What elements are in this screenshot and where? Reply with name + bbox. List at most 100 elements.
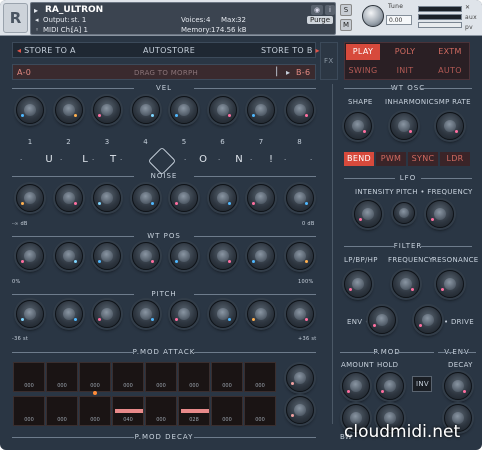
decay-cells-cell[interactable]: 000 [13, 396, 45, 426]
shape-knob[interactable] [344, 112, 372, 140]
aux-label[interactable]: aux [465, 14, 477, 21]
pitch-knob-8[interactable] [285, 300, 314, 328]
filter-mode-knob[interactable] [344, 270, 372, 298]
decay-cells-cell[interactable]: 000 [46, 396, 78, 426]
pan-slider[interactable] [418, 22, 462, 28]
store-b-button[interactable]: STORE TO B ▸ [261, 46, 320, 55]
wtpos-knob-5[interactable] [170, 242, 198, 270]
pmod-amount-knob[interactable] [342, 372, 370, 400]
decay-cells-cell[interactable]: 000 [79, 396, 111, 426]
tab-auto[interactable]: AUTO [432, 64, 468, 78]
wtpos-knob-2[interactable] [54, 242, 83, 270]
snapshot-icon[interactable]: ◉ [311, 5, 323, 15]
attack-cells-cell[interactable]: 000 [46, 362, 78, 392]
attack-cells-cell[interactable]: 000 [178, 362, 210, 392]
sequence-letter-5[interactable]: O [196, 154, 210, 165]
sequence-letter-1[interactable]: U [42, 154, 56, 165]
pitch-knob-1[interactable] [16, 300, 44, 328]
noise-knob-3[interactable] [93, 184, 121, 212]
tab-swing[interactable]: SWING [346, 64, 380, 78]
sequence-letter-7[interactable]: ! [264, 154, 278, 165]
vel-knob-3[interactable] [93, 96, 121, 124]
output-value[interactable]: st. 1 [71, 16, 86, 24]
pmod-decay-knob[interactable] [286, 396, 314, 424]
noise-knob-2[interactable] [54, 184, 83, 212]
lfo-pitch-knob[interactable] [393, 202, 415, 224]
store-a-button[interactable]: ◂ STORE TO A [17, 46, 76, 55]
morph-bar[interactable]: A-0 DRAG TO MORPH | ▸ B-6 [12, 64, 316, 80]
filter-resonance-knob[interactable] [436, 270, 464, 298]
tab-ldr[interactable]: LDR [440, 152, 470, 166]
sequence-letter-2[interactable]: L [78, 154, 92, 165]
morph-handle[interactable]: | [275, 66, 279, 77]
venv-decay-knob[interactable] [444, 372, 472, 400]
attack-cells-cell[interactable]: 000 [145, 362, 177, 392]
attack-cells-cell[interactable]: 000 [79, 362, 111, 392]
tab-poly[interactable]: POLY [388, 44, 422, 60]
tab-play[interactable]: PLAY [346, 44, 380, 60]
smp-rate-knob[interactable] [436, 112, 464, 140]
decay-cells-cell[interactable]: 000 [211, 396, 243, 426]
vel-knob-7[interactable] [247, 96, 275, 124]
vel-knob-2[interactable] [54, 96, 83, 124]
decay-cells-cell[interactable]: 000 [145, 396, 177, 426]
pv-label[interactable]: pv [465, 24, 473, 31]
vel-knob-4[interactable] [131, 96, 160, 124]
pitch-knob-7[interactable] [247, 300, 275, 328]
midi-value[interactable]: [A] 1 [71, 26, 88, 34]
vel-knob-8[interactable] [285, 96, 314, 124]
pmod-hold-knob[interactable] [376, 372, 404, 400]
fx-button[interactable]: FX [320, 42, 338, 80]
pmod-attack-knob[interactable] [286, 364, 314, 392]
noise-knob-5[interactable] [170, 184, 198, 212]
attack-cells-cell[interactable]: 000 [244, 362, 276, 392]
tune-knob[interactable] [362, 5, 384, 27]
wtpos-knob-8[interactable] [285, 242, 314, 270]
noise-knob-7[interactable] [247, 184, 275, 212]
noise-knob-6[interactable] [208, 184, 237, 212]
tab-bend[interactable]: BEND [344, 152, 374, 166]
tab-sync[interactable]: SYNC [408, 152, 438, 166]
pitch-knob-5[interactable] [170, 300, 198, 328]
attack-cells-cell[interactable]: 000 [112, 362, 144, 392]
sequence-letter-6[interactable]: N [232, 154, 246, 165]
wtpos-knob-6[interactable] [208, 242, 237, 270]
inharmonic-knob[interactable] [390, 112, 418, 140]
noise-knob-1[interactable] [16, 184, 44, 212]
wtpos-knob-7[interactable] [247, 242, 275, 270]
attack-cells-cell[interactable]: 000 [211, 362, 243, 392]
autostore-button[interactable]: AUTOSTORE [143, 46, 195, 55]
mute-button[interactable]: M [340, 19, 352, 31]
vel-knob-1[interactable] [16, 96, 44, 124]
tune-value[interactable]: 0.00 [386, 15, 412, 25]
noise-knob-4[interactable] [131, 184, 160, 212]
purge-button[interactable]: Purge [307, 16, 334, 24]
decay-cells-cell[interactable]: 040 [112, 396, 144, 426]
filter-frequency-knob[interactable] [392, 270, 420, 298]
decay-cells-cell[interactable]: 028 [178, 396, 210, 426]
lfo-intensity-knob[interactable] [354, 200, 382, 228]
pmod-inv-button[interactable]: INV [412, 376, 432, 392]
decay-cells-cell[interactable]: 000 [244, 396, 276, 426]
info-icon[interactable]: i [325, 5, 335, 15]
wtpos-knob-3[interactable] [93, 242, 121, 270]
filter-drive-knob[interactable] [414, 306, 442, 334]
expand-icon[interactable]: ▸ [34, 6, 38, 15]
solo-button[interactable]: S [340, 4, 352, 16]
lfo-frequency-knob[interactable] [426, 200, 454, 228]
wtpos-knob-1[interactable] [16, 242, 44, 270]
pitch-knob-3[interactable] [93, 300, 121, 328]
pitch-knob-6[interactable] [208, 300, 237, 328]
pitch-knob-2[interactable] [54, 300, 83, 328]
wtpos-knob-4[interactable] [131, 242, 160, 270]
close-icon[interactable]: ✕ [465, 4, 470, 11]
vel-knob-5[interactable] [170, 96, 198, 124]
sequence-letter-3[interactable]: T [106, 154, 120, 165]
max-value[interactable]: 32 [237, 16, 246, 24]
vel-knob-6[interactable] [208, 96, 237, 124]
tab-pwm[interactable]: PWM [376, 152, 406, 166]
pitch-knob-4[interactable] [131, 300, 160, 328]
noise-knob-8[interactable] [285, 184, 314, 212]
instrument-name[interactable]: RA_ULTRON [45, 5, 103, 15]
tab-extm[interactable]: EXTM [432, 44, 468, 60]
